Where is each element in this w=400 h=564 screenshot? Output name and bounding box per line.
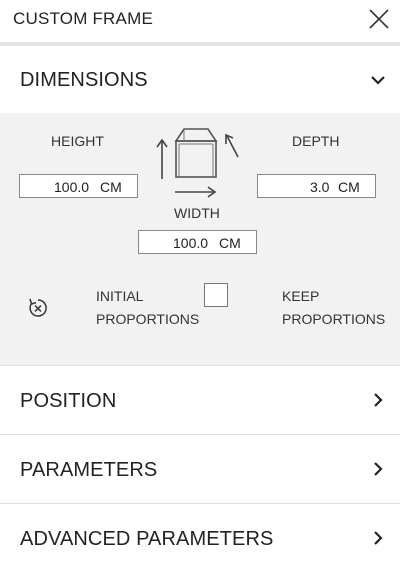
section-advanced-parameters-label: ADVANCED PARAMETERS bbox=[20, 528, 274, 550]
chevron-right-icon bbox=[374, 462, 383, 476]
width-label: WIDTH bbox=[174, 205, 220, 221]
initial-proportions-line1[interactable]: INITIAL bbox=[96, 288, 143, 304]
keep-proportions-line2: PROPORTIONS bbox=[282, 311, 386, 327]
depth-label: DEPTH bbox=[292, 133, 340, 149]
depth-value: 3.0 bbox=[310, 179, 330, 195]
chevron-down-icon bbox=[371, 76, 385, 85]
section-position-label: POSITION bbox=[20, 390, 117, 412]
width-value: 100.0 bbox=[173, 235, 209, 251]
chevron-right-icon bbox=[374, 531, 383, 545]
section-dimensions-label: DIMENSIONS bbox=[20, 69, 148, 91]
dimensions-panel: HEIGHT DEPTH 100.0 CM 3.0 CM WIDTH 100.0… bbox=[0, 113, 400, 365]
section-parameters[interactable]: PARAMETERS bbox=[0, 435, 400, 503]
panel-title: CUSTOM FRAME bbox=[13, 9, 153, 28]
keep-proportions-checkbox[interactable] bbox=[204, 283, 228, 307]
width-input[interactable]: 100.0 CM bbox=[138, 230, 257, 254]
height-input[interactable]: 100.0 CM bbox=[19, 174, 138, 198]
width-unit: CM bbox=[219, 235, 241, 251]
section-advanced-parameters[interactable]: ADVANCED PARAMETERS bbox=[0, 504, 400, 564]
reset-proportions-icon[interactable] bbox=[27, 297, 49, 319]
panel-header: CUSTOM FRAME bbox=[0, 0, 400, 42]
section-dimensions[interactable]: DIMENSIONS bbox=[0, 46, 400, 113]
frame-3d-icon bbox=[156, 128, 239, 198]
height-unit: CM bbox=[100, 179, 122, 195]
depth-unit: CM bbox=[338, 179, 360, 195]
chevron-right-icon bbox=[374, 393, 383, 407]
height-label: HEIGHT bbox=[51, 133, 104, 149]
section-position[interactable]: POSITION bbox=[0, 366, 400, 434]
height-value: 100.0 bbox=[54, 179, 90, 195]
depth-input[interactable]: 3.0 CM bbox=[257, 174, 376, 198]
section-parameters-label: PARAMETERS bbox=[20, 459, 158, 481]
close-icon[interactable] bbox=[366, 6, 392, 32]
initial-proportions-line2[interactable]: PROPORTIONS bbox=[96, 311, 199, 327]
keep-proportions-line1: KEEP bbox=[282, 288, 320, 304]
